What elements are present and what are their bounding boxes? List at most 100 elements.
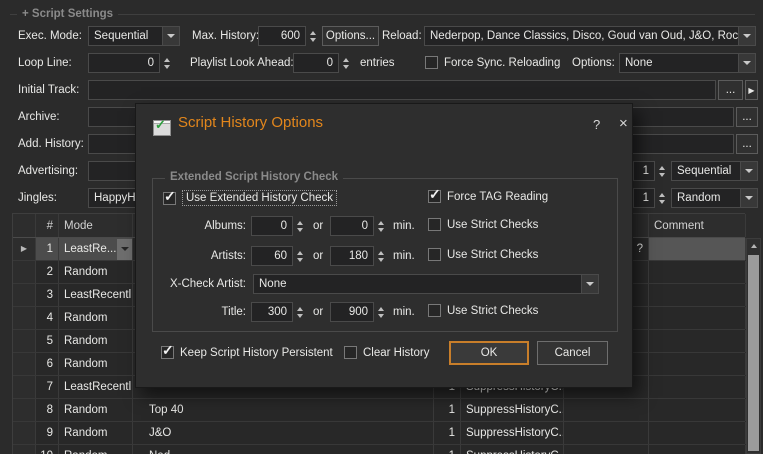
title-count-spinner[interactable]: 300 [251,302,306,322]
add-history-browse-button[interactable]: ... [736,134,758,154]
force-sync-reloading-checkbox[interactable]: ✓ Force Sync. Reloading [425,56,560,69]
archive-browse-button[interactable]: ... [736,107,758,127]
row-number-cell[interactable]: 5 [36,330,59,352]
row-number-cell[interactable]: 7 [36,376,59,398]
scrollbar-thumb[interactable] [748,255,759,451]
count-cell[interactable]: 1 [434,422,461,444]
comment-cell[interactable] [649,238,746,260]
extra-cell[interactable] [564,399,649,421]
playlist-look-ahead-spinner[interactable]: 0 [293,53,352,73]
options-button[interactable]: Options... [322,26,379,46]
table-row[interactable]: ▶ 10 Random Ned... 1 SuppressHistoryC... [13,445,745,454]
row-number-cell[interactable]: 10 [36,445,59,454]
row-number-cell[interactable]: 4 [36,307,59,329]
artists-min-spinner[interactable]: 180 [330,246,387,266]
max-history-spinner[interactable]: 600 [258,26,319,46]
cancel-button[interactable]: Cancel [537,341,608,365]
name-cell[interactable]: J&O [133,422,434,444]
chevron-down-icon[interactable] [162,27,179,45]
close-button[interactable]: × [619,115,628,132]
header-mode[interactable]: Mode [59,214,133,237]
use-extended-history-checkbox[interactable]: ✓ Use Extended History Check [163,190,337,206]
initial-track-play-button[interactable]: ▶ [745,80,758,100]
comment-cell[interactable] [649,330,746,352]
comment-cell[interactable] [649,399,746,421]
spinner-arrows-icon[interactable] [160,53,173,73]
spinner-arrows-icon[interactable] [306,26,319,46]
spinner-arrows-icon[interactable] [293,246,306,266]
mode-cell[interactable]: LeastRecentl. [59,376,133,398]
title-min-spinner[interactable]: 900 [330,302,387,322]
jingles-count-spinner[interactable]: 1 [633,188,668,208]
chevron-down-icon[interactable] [738,27,755,45]
spinner-arrows-icon[interactable] [655,161,668,181]
header-number[interactable]: # [36,214,59,237]
artists-use-strict-checks-checkbox[interactable]: ✓ Use Strict Checks [428,248,538,261]
spinner-arrows-icon[interactable] [339,53,352,73]
options-combo[interactable]: None [619,53,756,73]
initial-track-browse-button[interactable]: ... [718,80,743,100]
chevron-down-icon[interactable] [738,54,755,72]
title-use-strict-checks-checkbox[interactable]: ✓ Use Strict Checks [428,304,538,317]
advertising-count-spinner[interactable]: 1 [633,161,668,181]
mode-cell[interactable]: Random [59,399,133,421]
comment-cell[interactable] [649,422,746,444]
row-number-cell[interactable]: 1 [36,238,59,260]
extra-cell[interactable] [564,422,649,444]
count-cell[interactable]: 1 [434,399,461,421]
mode-cell[interactable]: LeastRe... [59,238,133,260]
initial-track-field[interactable] [88,80,716,100]
albums-use-strict-checks-checkbox[interactable]: ✓ Use Strict Checks [428,218,538,231]
comment-cell[interactable] [649,261,746,283]
spinner-arrows-icon[interactable] [374,246,387,266]
spinner-arrows-icon[interactable] [655,188,668,208]
options-cell[interactable]: SuppressHistoryC... [461,399,564,421]
mode-dropdown-button[interactable] [117,239,132,260]
mode-cell[interactable]: Random [59,422,133,444]
table-row[interactable]: ▶ 8 Random Top 40 1 SuppressHistoryC... [13,399,745,422]
comment-cell[interactable] [649,353,746,375]
row-number-cell[interactable]: 6 [36,353,59,375]
comment-cell[interactable] [649,284,746,306]
spinner-arrows-icon[interactable] [293,216,306,236]
comment-cell[interactable] [649,307,746,329]
artists-count-spinner[interactable]: 60 [251,246,306,266]
row-number-cell[interactable]: 8 [36,399,59,421]
exec-mode-combo[interactable]: Sequential [88,26,180,46]
row-number-cell[interactable]: 3 [36,284,59,306]
spinner-arrows-icon[interactable] [374,216,387,236]
table-row[interactable]: ▶ 9 Random J&O 1 SuppressHistoryC... [13,422,745,445]
row-number-cell[interactable]: 2 [36,261,59,283]
mode-cell[interactable]: LeastRecentl. [59,284,133,306]
mode-cell[interactable]: Random [59,261,133,283]
options-cell[interactable]: SuppressHistoryC... [461,445,564,454]
name-cell[interactable]: Ned... [133,445,434,454]
comment-cell[interactable] [649,376,746,398]
mode-cell[interactable]: Random [59,445,133,454]
spinner-arrows-icon[interactable] [374,302,387,322]
clear-history-checkbox[interactable]: ✓ Clear History [344,346,429,359]
xcheck-artist-combo[interactable]: None [253,274,599,294]
extra-cell[interactable] [564,445,649,454]
chevron-down-icon[interactable] [740,162,757,180]
header-comment[interactable]: Comment [649,214,746,237]
help-button[interactable]: ? [593,117,600,132]
keep-history-persistent-checkbox[interactable]: ✓ Keep Script History Persistent [161,346,333,359]
albums-min-spinner[interactable]: 0 [330,216,387,236]
name-cell[interactable]: Top 40 [133,399,434,421]
loop-line-spinner[interactable]: 0 [88,53,173,73]
scroll-up-arrow-icon[interactable] [747,239,760,253]
chevron-down-icon[interactable] [581,275,598,293]
mode-cell[interactable]: Random [59,353,133,375]
force-tag-reading-checkbox[interactable]: ✓ Force TAG Reading [428,190,548,203]
ok-button[interactable]: OK [449,341,529,365]
jingles-mode-combo[interactable]: Random [671,188,758,208]
table-vertical-scrollbar[interactable] [746,238,761,454]
mode-cell[interactable]: Random [59,307,133,329]
albums-count-spinner[interactable]: 0 [251,216,306,236]
reload-combo[interactable]: Nederpop, Dance Classics, Disco, Goud va… [424,26,756,46]
row-number-cell[interactable]: 9 [36,422,59,444]
count-cell[interactable]: 1 [434,445,461,454]
options-cell[interactable]: SuppressHistoryC... [461,422,564,444]
comment-cell[interactable] [649,445,746,454]
